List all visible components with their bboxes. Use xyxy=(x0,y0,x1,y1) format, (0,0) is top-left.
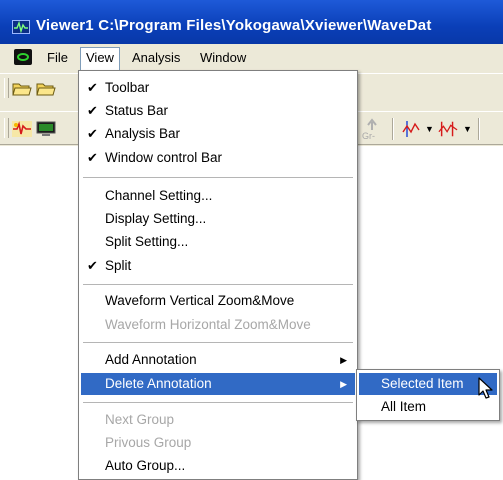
menu-item-label: Waveform Horizontal Zoom&Move xyxy=(105,317,311,332)
menu-view[interactable]: View xyxy=(80,47,120,70)
menu-separator xyxy=(83,177,353,179)
menu-bar: File View Analysis Window xyxy=(0,44,503,70)
menu-item-display-setting[interactable]: Display Setting... xyxy=(81,208,355,230)
checkmark-icon: ✔ xyxy=(87,150,98,165)
menu-analysis[interactable]: Analysis xyxy=(127,48,185,68)
cursor-marker-icon[interactable] xyxy=(402,120,422,138)
toolbar-separator xyxy=(478,118,480,140)
menu-item-label: Toolbar xyxy=(105,80,150,95)
submenu-arrow-icon: ▶ xyxy=(340,355,347,365)
red-marker-icon[interactable] xyxy=(438,120,458,138)
view-menu: ✔ Toolbar ✔ Status Bar ✔ Analysis Bar ✔ … xyxy=(78,70,358,480)
menu-item-label: Next Group xyxy=(105,412,175,427)
window-title: Viewer1 C:\Program Files\Yokogawa\Xviewe… xyxy=(36,17,432,34)
app-system-icon[interactable] xyxy=(14,49,32,65)
menu-file[interactable]: File xyxy=(42,48,73,68)
toolbar-grip[interactable] xyxy=(4,118,9,138)
menu-item-status-bar[interactable]: ✔ Status Bar xyxy=(81,100,355,122)
chevron-down-icon[interactable]: ▼ xyxy=(463,124,472,134)
menu-window[interactable]: Window xyxy=(195,48,251,68)
title-bar: Viewer1 C:\Program Files\Yokogawa\Xviewe… xyxy=(0,0,503,44)
menu-separator xyxy=(83,342,353,344)
toolbar-separator xyxy=(392,118,394,140)
menu-item-label: Analysis Bar xyxy=(105,126,181,141)
menu-item-label: Waveform Vertical Zoom&Move xyxy=(105,293,295,308)
menu-item-next-group: Next Group xyxy=(81,409,355,431)
menu-item-label: Delete Annotation xyxy=(105,376,212,391)
submenu-item-selected-item[interactable]: Selected Item xyxy=(359,373,497,395)
menu-item-auto-group[interactable]: Auto Group... xyxy=(81,455,355,477)
menu-item-label: Display Setting... xyxy=(105,211,207,226)
menu-item-label: Channel Setting... xyxy=(105,188,213,203)
menu-item-label: Selected Item xyxy=(381,376,464,391)
menu-item-label: Status Bar xyxy=(105,103,169,118)
menu-item-label: All Item xyxy=(381,399,427,414)
menu-item-label: Privous Group xyxy=(105,435,192,450)
mouse-pointer-icon xyxy=(478,377,494,404)
open-folder-icon[interactable] xyxy=(12,79,32,97)
menu-item-delete-annotation[interactable]: Delete Annotation ▶ xyxy=(81,373,355,395)
menu-item-label: Split Setting... xyxy=(105,234,189,249)
menu-item-channel-setting[interactable]: Channel Setting... xyxy=(81,185,355,207)
app-waveform-icon xyxy=(12,20,30,34)
checkmark-icon: ✔ xyxy=(87,103,98,118)
checkmark-icon: ✔ xyxy=(87,126,98,141)
menu-item-window-control-bar[interactable]: ✔ Window control Bar xyxy=(81,147,355,169)
menu-item-horizontal-zoom: Waveform Horizontal Zoom&Move xyxy=(81,314,355,336)
group-label: Gr- xyxy=(362,131,375,141)
menu-item-vertical-zoom[interactable]: Waveform Vertical Zoom&Move xyxy=(81,290,355,312)
chevron-down-icon[interactable]: ▼ xyxy=(425,124,434,134)
toolbar-grip[interactable] xyxy=(4,78,9,98)
menu-item-label: Split xyxy=(105,258,132,273)
menu-item-label: Window control Bar xyxy=(105,150,223,165)
menu-item-analysis-bar[interactable]: ✔ Analysis Bar xyxy=(81,123,355,145)
menu-item-label: Auto Group... xyxy=(105,458,186,473)
submenu-arrow-icon: ▶ xyxy=(340,379,347,389)
checkmark-icon: ✔ xyxy=(87,258,98,273)
menu-item-split[interactable]: ✔ Split xyxy=(81,255,355,277)
waveform-icon[interactable] xyxy=(12,120,32,138)
checkmark-icon: ✔ xyxy=(87,80,98,95)
menu-separator xyxy=(83,284,353,286)
menu-separator xyxy=(83,402,353,404)
menu-item-previous-group: Privous Group xyxy=(81,432,355,454)
menu-item-toolbar[interactable]: ✔ Toolbar xyxy=(81,77,355,99)
menu-item-add-annotation[interactable]: Add Annotation ▶ xyxy=(81,349,355,371)
menu-item-split-setting[interactable]: Split Setting... xyxy=(81,231,355,253)
submenu-item-all-item[interactable]: All Item xyxy=(359,396,497,418)
monitor-icon[interactable] xyxy=(36,120,56,138)
menu-item-label: Add Annotation xyxy=(105,352,197,367)
open-folder-icon[interactable] xyxy=(36,79,56,97)
